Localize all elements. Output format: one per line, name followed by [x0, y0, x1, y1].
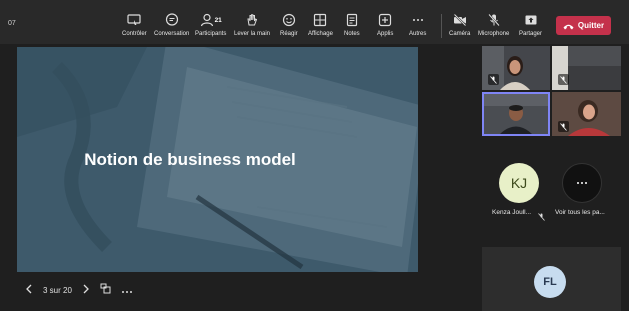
previous-slide-button[interactable]: [17, 281, 33, 299]
meeting-timer: 07: [8, 20, 16, 27]
thumbnails-icon: [100, 283, 111, 294]
grid-view-icon: [313, 12, 327, 28]
camera-button[interactable]: Caméra: [449, 12, 470, 37]
more-icon: [577, 182, 587, 184]
view-label: Affichage: [308, 31, 333, 37]
smile-icon: [282, 12, 296, 28]
more-icon: [121, 291, 132, 293]
more-icon: [411, 12, 425, 28]
next-slide-button[interactable]: [82, 281, 90, 299]
slide-thumbnails-button[interactable]: [100, 281, 111, 299]
view-button[interactable]: Affichage: [308, 12, 333, 37]
microphone-label: Microphone: [478, 31, 510, 37]
raise-hand-icon: [245, 12, 259, 28]
mic-off-indicator: [558, 74, 569, 85]
meeting-toolbar: 07 Contrôler Conversation 21 Participant…: [0, 0, 629, 44]
avatar-initials: KJ: [510, 175, 528, 191]
share-control-icon: [127, 12, 141, 28]
camera-off-icon: [453, 12, 467, 28]
people-icon: 21: [200, 12, 222, 28]
hang-up-icon: [563, 17, 574, 35]
participant-name: Kenza Joull...: [492, 209, 532, 216]
leave-meeting-button[interactable]: Quitter: [556, 16, 611, 35]
more-options-button[interactable]: Autres: [409, 12, 426, 37]
shared-presentation[interactable]: Notion de business model: [17, 47, 418, 272]
chevron-right-icon: [83, 284, 89, 294]
leave-meeting-label: Quitter: [577, 21, 605, 30]
toolbar-divider: [441, 14, 442, 38]
react-label: Réagir: [280, 31, 298, 37]
avatar: FL: [534, 266, 566, 298]
apps-button[interactable]: Applis: [377, 12, 393, 37]
mic-off-indicator: [488, 74, 499, 85]
chat-icon: [165, 12, 179, 28]
active-speaker-video-tile[interactable]: [482, 92, 550, 136]
chevron-left-icon: [26, 284, 32, 294]
mic-off-icon: [538, 208, 545, 226]
share-icon: [524, 12, 538, 28]
camera-label: Caméra: [449, 31, 471, 37]
raise-hand-button[interactable]: Lever la main: [234, 12, 270, 37]
apps-label: Applis: [377, 31, 394, 37]
mic-off-icon: [487, 12, 501, 28]
participant-video-tile[interactable]: [552, 92, 621, 136]
notes-button[interactable]: Notes: [344, 12, 360, 37]
notes-icon: [345, 12, 359, 28]
meeting-window: 07 Contrôler Conversation 21 Participant…: [0, 0, 629, 311]
more-options-label: Autres: [409, 31, 427, 37]
slide-navigation: 3 sur 20: [17, 280, 133, 300]
participants-label: Participants: [195, 31, 227, 37]
more-participants-avatar: [562, 163, 602, 203]
mic-off-icon: [560, 75, 567, 84]
conversation-button[interactable]: Conversation: [154, 12, 189, 37]
notes-label: Notes: [344, 31, 360, 37]
slide-title: Notion de business model: [84, 150, 296, 169]
mic-off-indicator: [558, 121, 569, 132]
share-button[interactable]: Partager: [519, 12, 542, 37]
add-app-icon: [378, 12, 392, 28]
share-label: Partager: [519, 31, 543, 37]
participants-count-badge: 21: [214, 16, 222, 24]
react-button[interactable]: Réagir: [280, 12, 298, 37]
participants-button[interactable]: 21 Participants: [195, 12, 226, 37]
slide-more-button[interactable]: [121, 281, 133, 299]
participant-video-tile[interactable]: [552, 46, 621, 90]
avatar: KJ: [499, 163, 539, 203]
slide-counter: 3 sur 20: [43, 285, 72, 295]
mic-off-icon: [560, 122, 567, 131]
microphone-button[interactable]: Microphone: [478, 12, 509, 37]
raise-hand-label: Lever la main: [234, 31, 271, 37]
mic-off-icon: [490, 75, 497, 84]
control-label: Contrôler: [122, 31, 147, 37]
control-button[interactable]: Contrôler: [122, 12, 147, 37]
avatar-initials: FL: [543, 276, 557, 288]
participant-video: [484, 94, 548, 134]
participant-video-tile[interactable]: [482, 46, 550, 90]
see-all-label: Voir tous les pa...: [555, 209, 605, 216]
conversation-label: Conversation: [154, 31, 190, 37]
